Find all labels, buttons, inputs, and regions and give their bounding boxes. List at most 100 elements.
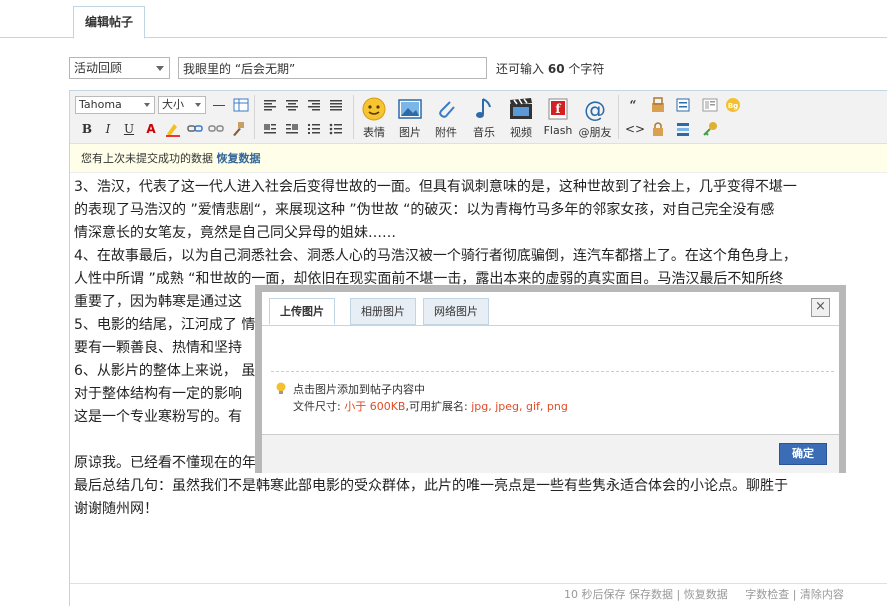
svg-text:Bg: Bg [728, 102, 738, 110]
notice-text: 您有上次未提交成功的数据 [81, 152, 213, 165]
code-icon[interactable]: <> [625, 121, 645, 137]
editor-status-bar: 10 秒后保存 保存数据 | 恢复数据 字数检查 | 清除内容 [70, 583, 887, 606]
table-icon[interactable] [233, 97, 249, 113]
font-size-select[interactable]: 大小 [158, 96, 206, 114]
svg-text:@: @ [584, 98, 606, 122]
at-friend-button[interactable]: @ @朋友 [577, 96, 613, 140]
bold-icon[interactable]: B [79, 121, 95, 137]
post-type-value: 活动回顾 [74, 61, 123, 75]
flash-label: Flash [543, 124, 573, 137]
ext-value: jpg, jpeg, gif, png [471, 400, 568, 413]
lightbulb-icon [276, 382, 286, 394]
font-family-value: Tahoma [79, 98, 122, 111]
chevron-down-icon [195, 103, 201, 107]
link-icon[interactable] [187, 121, 203, 137]
horizontal-rule-icon[interactable]: ― [211, 97, 227, 113]
chevron-down-icon [144, 103, 150, 107]
dialog-footer: 确定 [262, 434, 839, 473]
content-line: 的表现了马浩汉的 ”爱情悲剧“，来展现这种 ”伪世故 “的破灭：以为青梅竹马多年… [74, 202, 775, 218]
tip-line-2: 文件尺寸: 小于 600KB,可用扩展名: jpg, jpeg, gif, pn… [279, 398, 568, 415]
float-left-icon[interactable] [262, 121, 278, 137]
video-button[interactable]: 视频 [503, 96, 539, 140]
content-line: 3、浩汉，代表了这一代人进入社会后变得世故的一面。但具有讽刺意味的是，这种世故到… [74, 179, 797, 195]
font-color-icon[interactable]: A [143, 121, 159, 137]
close-icon[interactable]: × [811, 298, 830, 317]
image-label: 图片 [399, 126, 421, 139]
free-icon[interactable] [650, 97, 666, 113]
align-left-icon[interactable] [262, 97, 278, 113]
code-block-icon[interactable] [675, 97, 691, 113]
italic-icon[interactable]: I [100, 121, 116, 137]
confirm-button[interactable]: 确定 [779, 443, 827, 465]
size-value: 小于 600KB [344, 400, 406, 413]
char-hint-prefix: 还可输入 [496, 62, 545, 76]
tab-album-image[interactable]: 相册图片 [350, 298, 416, 325]
hide-content-icon[interactable] [675, 121, 691, 137]
content-line: 4、在故事最后，以为自己洞悉社会、洞悉人心的马浩汉被一个骑行者彻底骗倒，连汽车都… [74, 248, 797, 264]
ordered-list-icon[interactable] [306, 121, 322, 137]
char-hint-suffix: 个字符 [568, 62, 605, 76]
restore-data-link[interactable]: 恢复数据 [217, 152, 261, 165]
unlink-icon[interactable] [208, 121, 224, 137]
tab-bar: 编辑帖子 [0, 0, 887, 39]
image-button[interactable]: 图片 [392, 96, 428, 140]
clear-content-link[interactable]: 清除内容 [800, 588, 844, 601]
content-line: 情深意长的女笔友，竟然是自己同父异母的姐妹…… [74, 225, 396, 241]
at-sign-icon: @ [584, 98, 606, 122]
tab-upload-image[interactable]: 上传图片 [269, 298, 335, 325]
paperclip-icon [439, 101, 455, 118]
attach-label: 附件 [435, 126, 457, 139]
tab-web-image[interactable]: 网络图片 [423, 298, 489, 325]
post-editor-page: 编辑帖子 活动回顾 还可输入 60 个字符 Tahoma 大小 ― [0, 0, 887, 613]
flash-button[interactable]: f Flash [540, 96, 576, 137]
tip-line-1: 点击图片添加到帖子内容中 [293, 383, 425, 396]
content-line: 最后总结几句：虽然我们不是韩寒此部电影的受众群体，此片的唯一亮点是一些有些隽永适… [74, 478, 788, 494]
highlight-icon[interactable] [165, 121, 181, 137]
quote-icon[interactable]: “ [625, 97, 641, 113]
toolbar-separator [254, 95, 255, 139]
align-right-icon[interactable] [306, 97, 322, 113]
toolbar-separator [618, 95, 619, 139]
music-button[interactable]: 音乐 [466, 96, 502, 140]
restore-data-status-link[interactable]: 恢复数据 [684, 588, 728, 601]
save-data-link[interactable]: 保存数据 [629, 588, 673, 601]
draft-restore-notice: 您有上次未提交成功的数据 恢复数据 [70, 144, 887, 173]
font-size-value: 大小 [162, 98, 184, 111]
toolbar-separator [353, 95, 354, 139]
ext-label: ,可用扩展名: [405, 400, 468, 413]
char-count-hint: 还可输入 60 个字符 [496, 60, 604, 77]
smiley-icon [362, 97, 386, 121]
picture-icon [398, 99, 422, 119]
autosave-countdown: 10 秒后保存 [564, 588, 626, 601]
at-friend-label: @朋友 [578, 126, 612, 139]
char-hint-count: 60 [547, 62, 565, 76]
tab-edit-post[interactable]: 编辑帖子 [73, 6, 146, 39]
font-family-select[interactable]: Tahoma [75, 96, 155, 114]
attach-button[interactable]: 附件 [428, 96, 464, 140]
align-center-icon[interactable] [284, 97, 300, 113]
page-icon[interactable] [702, 97, 718, 113]
size-label: 文件尺寸: [293, 400, 341, 413]
float-right-icon[interactable] [284, 121, 300, 137]
word-check-link[interactable]: 字数检查 [745, 588, 789, 601]
music-note-icon [476, 98, 491, 118]
password-key-icon[interactable] [702, 121, 718, 137]
background-color-icon[interactable]: Bg [725, 97, 741, 113]
svg-text:f: f [555, 102, 561, 116]
upload-tip: 点击图片添加到帖子内容中 文件尺寸: 小于 600KB,可用扩展名: jpg, … [276, 381, 568, 415]
video-label: 视频 [510, 126, 532, 139]
status-divider: | [676, 588, 681, 601]
flash-icon: f [548, 98, 568, 120]
lock-icon[interactable] [650, 121, 666, 137]
underline-icon[interactable]: U [121, 121, 137, 137]
dialog-divider [271, 371, 834, 372]
unordered-list-icon[interactable] [328, 121, 344, 137]
film-icon [510, 98, 532, 119]
align-justify-icon[interactable] [328, 97, 344, 113]
subject-input[interactable] [178, 57, 487, 79]
format-brush-icon[interactable] [230, 121, 246, 137]
status-divider: | [792, 588, 797, 601]
chevron-down-icon [156, 66, 164, 71]
emoji-button[interactable]: 表情 [356, 96, 392, 140]
post-type-select[interactable]: 活动回顾 [69, 57, 170, 79]
